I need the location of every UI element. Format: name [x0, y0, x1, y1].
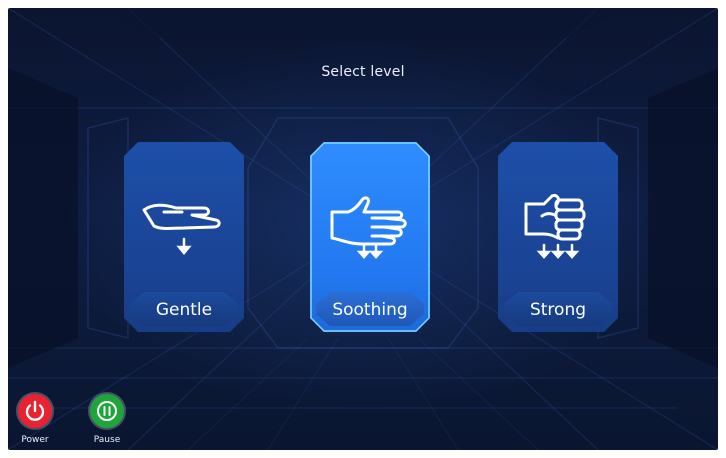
level-label-strong: Strong: [529, 300, 587, 320]
open-hand-flat-icon: [142, 203, 221, 255]
level-label-gentle: Gentle: [155, 300, 213, 320]
fist-icon: [524, 194, 586, 259]
level-label-plate: Soothing: [316, 292, 424, 326]
pause-label: Pause: [93, 435, 121, 445]
pause-button[interactable]: [90, 394, 124, 428]
level-label-plate: Gentle: [130, 292, 238, 326]
open-hand-up-icon: [330, 196, 407, 259]
massage-level-screen: Select level Gentle Soothing Strong Powe…: [8, 8, 718, 450]
power-icon: [25, 400, 45, 421]
power-button[interactable]: [18, 394, 52, 428]
level-card-gentle[interactable]: Gentle: [124, 142, 244, 332]
level-label-plate: Strong: [504, 292, 612, 326]
level-card-soothing[interactable]: Soothing: [310, 142, 430, 332]
level-label-soothing: Soothing: [332, 300, 408, 320]
power-label: Power: [21, 435, 49, 445]
page-title: Select level: [321, 64, 405, 80]
pause-icon: [97, 401, 117, 421]
level-card-strong[interactable]: Strong: [498, 142, 618, 332]
